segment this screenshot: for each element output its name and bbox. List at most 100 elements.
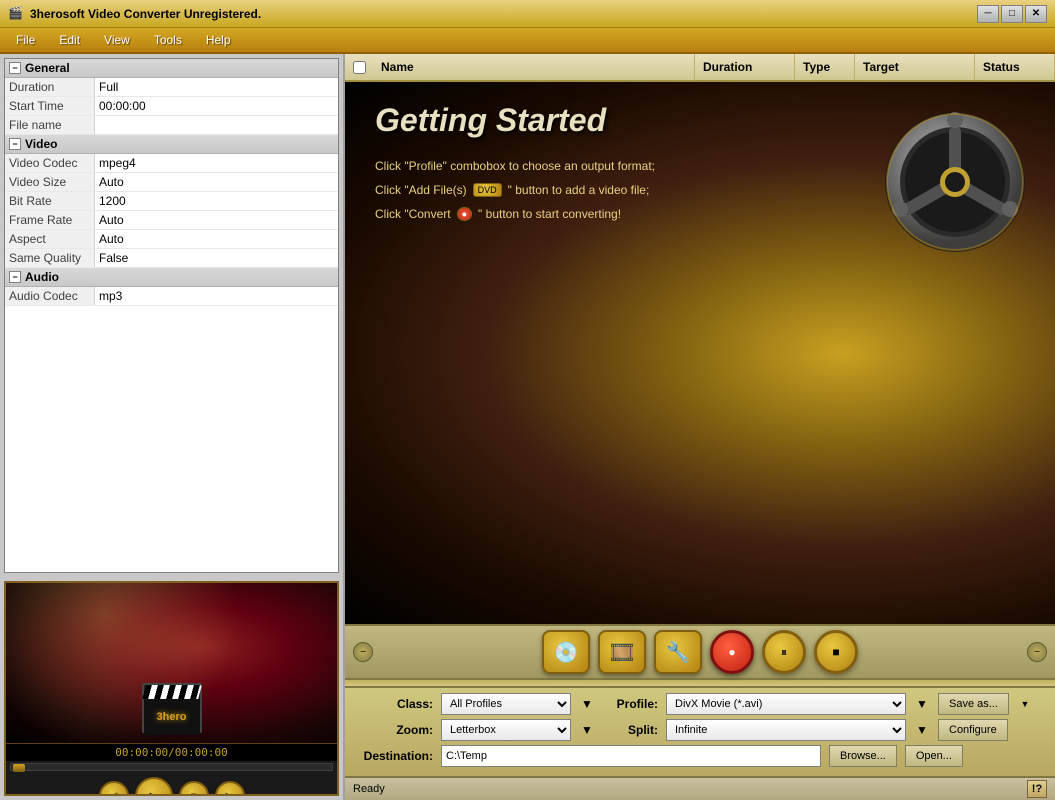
preview-background: 3hero	[6, 583, 337, 743]
controls-bar: ◁ ▶ ■ ▷	[6, 773, 337, 796]
general-label: General	[25, 61, 70, 75]
prop-video-size-label: Video Size	[5, 173, 95, 191]
time-display: 00:00:00/00:00:00	[6, 743, 337, 761]
minimize-button[interactable]: ─	[977, 5, 999, 23]
prop-start-time: Start Time 00:00:00	[5, 97, 338, 116]
prop-audio-codec-value: mp3	[95, 287, 338, 305]
col-duration: Duration	[695, 54, 795, 80]
preview-logo: 3hero	[142, 683, 202, 733]
prop-audio-codec-label: Audio Codec	[5, 287, 95, 305]
prop-file-name: File name	[5, 116, 338, 135]
pause-button[interactable]: ⏸	[762, 630, 806, 674]
clapboard-body: 3hero	[144, 699, 200, 735]
convert-button[interactable]: ●	[710, 630, 754, 674]
next-button[interactable]: ▷	[215, 781, 245, 796]
title-bar: 🎬 3herosoft Video Converter Unregistered…	[0, 0, 1055, 28]
checkbox-all[interactable]	[353, 61, 366, 74]
film-reel-graphic	[875, 102, 1035, 262]
stop-icon: ■	[832, 645, 839, 659]
add-dvd-button[interactable]: 💿	[542, 630, 590, 674]
destination-row: Destination: Browse... Open...	[353, 745, 1047, 767]
col-status: Status	[975, 54, 1055, 80]
save-as-button[interactable]: Save as...	[938, 693, 1009, 715]
bottom-controls: Class: All Profiles ▼ Profile: DivX Movi…	[345, 686, 1055, 776]
split-label: Split:	[603, 723, 658, 737]
prop-frame-rate: Frame Rate Auto	[5, 211, 338, 230]
prop-duration: Duration Full	[5, 78, 338, 97]
title-bar-text: 3herosoft Video Converter Unregistered.	[30, 7, 977, 21]
audio-toggle[interactable]: −	[9, 271, 21, 283]
video-section: − Video	[5, 135, 338, 154]
profile-label: Profile:	[603, 697, 658, 711]
edit-icon: 🔧	[666, 640, 691, 665]
close-button[interactable]: ✕	[1025, 5, 1047, 23]
video-icon: 🎞️	[610, 640, 635, 665]
video-label: Video	[25, 137, 57, 151]
prop-file-name-value	[95, 116, 338, 134]
prop-video-codec-label: Video Codec	[5, 154, 95, 172]
edit-button[interactable]: 🔧	[654, 630, 702, 674]
prop-same-quality-value: False	[95, 249, 338, 267]
prop-file-name-label: File name	[5, 116, 95, 134]
menu-tools[interactable]: Tools	[142, 30, 194, 50]
class-profile-row: Class: All Profiles ▼ Profile: DivX Movi…	[353, 693, 1047, 715]
prop-video-codec: Video Codec mpeg4	[5, 154, 338, 173]
prop-start-time-label: Start Time	[5, 97, 95, 115]
file-list-header: Name Duration Type Target Status	[345, 54, 1055, 82]
open-button[interactable]: Open...	[905, 745, 963, 767]
menu-bar: File Edit View Tools Help	[0, 28, 1055, 54]
stop-button[interactable]: ■	[814, 630, 858, 674]
prop-same-quality: Same Quality False	[5, 249, 338, 268]
status-text: Ready	[353, 783, 1019, 795]
getting-started: Getting Started Click "Profile" combobox…	[345, 82, 1055, 624]
progress-track[interactable]	[10, 763, 333, 771]
prop-frame-rate-value: Auto	[95, 211, 338, 229]
prop-video-size: Video Size Auto	[5, 173, 338, 192]
general-toggle[interactable]: −	[9, 62, 21, 74]
add-video-button[interactable]: 🎞️	[598, 630, 646, 674]
configure-button[interactable]: Configure	[938, 719, 1008, 741]
menu-file[interactable]: File	[4, 30, 47, 50]
prop-bit-rate-value: 1200	[95, 192, 338, 210]
gs-instruction-3-text2: " button to start converting!	[478, 207, 621, 221]
brand-text: 3hero	[157, 711, 187, 723]
play-button[interactable]: ▶	[135, 777, 173, 796]
destination-input[interactable]	[441, 745, 821, 767]
zoom-select[interactable]: Letterbox	[441, 719, 571, 741]
prop-bit-rate-label: Bit Rate	[5, 192, 95, 210]
browse-button[interactable]: Browse...	[829, 745, 897, 767]
add-files-icon: DVD	[473, 183, 502, 197]
convert-icon: ●	[457, 207, 472, 221]
toolbar-left-collapse[interactable]: −	[353, 642, 373, 662]
right-panel: Name Duration Type Target Status Getting…	[345, 54, 1055, 800]
maximize-button[interactable]: □	[1001, 5, 1023, 23]
prop-bit-rate: Bit Rate 1200	[5, 192, 338, 211]
menu-view[interactable]: View	[92, 30, 142, 50]
title-bar-buttons: ─ □ ✕	[977, 5, 1047, 23]
prop-audio-codec: Audio Codec mp3	[5, 287, 338, 306]
help-button[interactable]: !?	[1027, 780, 1047, 798]
menu-edit[interactable]: Edit	[47, 30, 92, 50]
properties-tree: − General Duration Full Start Time 00:00…	[4, 58, 339, 573]
menu-help[interactable]: Help	[194, 30, 243, 50]
prop-frame-rate-label: Frame Rate	[5, 211, 95, 229]
progress-bar-area	[6, 761, 337, 773]
audio-label: Audio	[25, 270, 59, 284]
prop-aspect: Aspect Auto	[5, 230, 338, 249]
prev-button[interactable]: ◁	[99, 781, 129, 796]
dvd-icon: 💿	[554, 640, 579, 665]
class-select[interactable]: All Profiles	[441, 693, 571, 715]
class-label: Class:	[353, 697, 433, 711]
video-toggle[interactable]: −	[9, 138, 21, 150]
gs-instruction-3-text: Click "Convert	[375, 207, 451, 221]
select-all-checkbox[interactable]	[345, 54, 373, 80]
split-select[interactable]: Infinite	[666, 719, 906, 741]
toolbar-area: − 💿 🎞️ 🔧 ● ⏸ ■	[345, 624, 1055, 680]
app-icon: 🎬	[8, 6, 24, 22]
stop-button[interactable]: ■	[179, 781, 209, 796]
gs-instruction-2-text: Click "Add File(s)	[375, 183, 467, 197]
profile-select[interactable]: DivX Movie (*.avi)	[666, 693, 906, 715]
audio-section: − Audio	[5, 268, 338, 287]
toolbar-right-collapse[interactable]: −	[1027, 642, 1047, 662]
zoom-split-row: Zoom: Letterbox ▼ Split: Infinite ▼ Conf…	[353, 719, 1047, 741]
